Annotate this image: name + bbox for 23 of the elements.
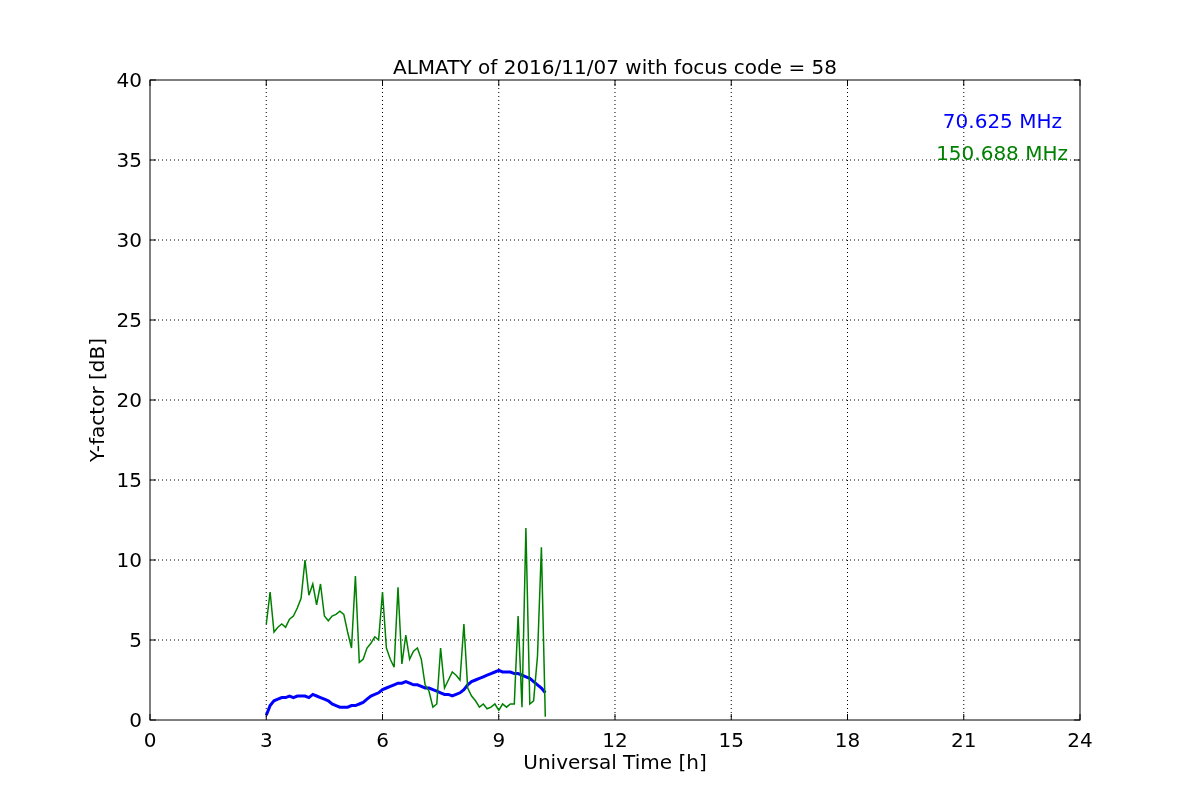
y-tick-label: 0 [129, 708, 142, 732]
x-tick-label: 3 [259, 728, 273, 752]
x-tick-label: 6 [376, 728, 389, 752]
x-tick-label: 24 [1067, 728, 1093, 752]
y-axis-label: Y-factor [dB] [85, 338, 109, 462]
y-tick-label: 35 [116, 148, 142, 172]
y-tick-label: 20 [116, 388, 142, 412]
x-tick-label: 0 [143, 728, 157, 752]
x-tick-label: 21 [951, 728, 977, 752]
legend-label: 150.688 MHz [936, 141, 1068, 165]
x-axis-label: Universal Time [h] [523, 750, 707, 774]
y-tick-label: 10 [116, 548, 142, 572]
y-tick-label: 5 [129, 628, 142, 652]
legend-label: 70.625 MHz [942, 109, 1062, 133]
y-tick-label: 25 [116, 308, 142, 332]
y-tick-label: 30 [116, 228, 142, 252]
x-tick-label: 12 [602, 728, 628, 752]
y-tick-label: 40 [116, 68, 142, 92]
chart-title: ALMATY of 2016/11/07 with focus code = 58 [393, 55, 837, 79]
x-tick-label: 15 [718, 728, 744, 752]
x-tick-label: 9 [492, 728, 506, 752]
y-tick-label: 15 [116, 468, 142, 492]
x-tick-label: 18 [834, 728, 861, 752]
